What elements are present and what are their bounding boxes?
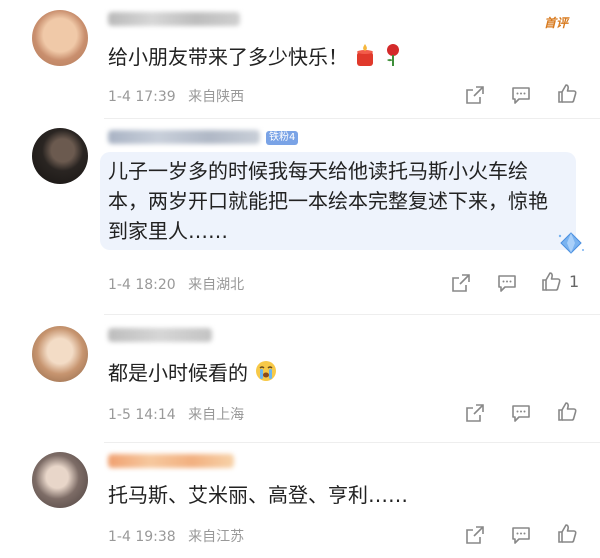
rose-emoji [383, 43, 403, 75]
diamond-icon [556, 230, 586, 260]
like-button[interactable] [540, 270, 562, 292]
comment-line-1: 儿子一岁多的时候我每天给他读托马斯小火车绘 [108, 159, 528, 183]
comment-1: 首评 给小朋友带来了多少快乐！ 1-4 17:39 来自陕西 [0, 0, 600, 120]
share-icon [452, 274, 470, 292]
candle-emoji [354, 43, 376, 75]
like-button[interactable] [556, 82, 578, 104]
avatar[interactable] [32, 128, 88, 184]
comment-date: 1-4 17:39 [108, 89, 176, 105]
comment-date: 1-4 19:38 [108, 529, 176, 545]
share-button[interactable] [464, 524, 486, 546]
username-blurred[interactable] [108, 454, 234, 468]
comment-text: 儿子一岁多的时候我每天给他读托马斯小火车绘 本，两岁开口就能把一本绘本完整复述下… [108, 156, 548, 246]
comment-meta: 1-4 19:38 来自江苏 [108, 526, 244, 546]
thumbs-up-icon [558, 524, 577, 543]
comment-3: 都是小时候看的 1-5 14:14 来自上海 [0, 314, 600, 434]
username-blurred[interactable] [108, 328, 212, 342]
comment-location: 来自陕西 [188, 89, 245, 105]
reply-button[interactable] [510, 84, 532, 106]
crying-emoji [254, 359, 278, 391]
comment-text: 给小朋友带来了多少快乐！ [108, 42, 403, 75]
username-blurred[interactable] [108, 130, 260, 144]
thumbs-up-icon [542, 272, 561, 291]
share-button[interactable] [464, 84, 486, 106]
comment-line-3: 到家里人…… [108, 219, 228, 243]
comment-meta: 1-5 14:14 来自上海 [108, 404, 244, 424]
share-icon [466, 86, 484, 104]
share-icon [466, 404, 484, 422]
thumbs-up-icon [558, 84, 577, 103]
comment-body: 都是小时候看的 [108, 361, 248, 385]
avatar[interactable] [32, 10, 88, 66]
reply-button[interactable] [496, 272, 518, 294]
comment-date: 1-4 18:20 [108, 277, 176, 293]
fan-badge: 铁粉4 [266, 131, 299, 145]
comment-meta: 1-4 18:20 来自湖北 [108, 274, 244, 294]
comment-icon [512, 87, 530, 104]
like-count: 1 [569, 272, 580, 291]
comment-location: 来自湖北 [188, 277, 245, 293]
comment-line-2: 本，两岁开口就能把一本绘本完整复述下来，惊艳 [108, 189, 548, 213]
comment-date: 1-5 14:14 [108, 407, 176, 423]
avatar[interactable] [32, 452, 88, 508]
comment-location: 来自江苏 [188, 529, 245, 545]
reply-button[interactable] [510, 402, 532, 424]
share-icon [466, 526, 484, 544]
comment-icon [512, 527, 530, 544]
comment-body: 给小朋友带来了多少快乐！ [108, 45, 348, 69]
comment-text: 都是小时候看的 [108, 358, 278, 391]
comment-body: 托马斯、艾米丽、高登、亨利…… [108, 483, 408, 507]
share-button[interactable] [464, 402, 486, 424]
comment-text: 托马斯、艾米丽、高登、亨利…… [108, 480, 408, 510]
share-button[interactable] [450, 272, 472, 294]
avatar[interactable] [32, 326, 88, 382]
comment-icon [512, 405, 530, 422]
thumbs-up-icon [558, 402, 577, 421]
comment-2: 铁粉4 儿子一岁多的时候我每天给他读托马斯小火车绘 本，两岁开口就能把一本绘本完… [0, 118, 600, 314]
username-blurred[interactable] [108, 12, 240, 26]
comment-meta: 1-4 17:39 来自陕西 [108, 86, 244, 106]
comment-icon [498, 275, 516, 292]
like-button[interactable] [556, 400, 578, 422]
comment-4: 托马斯、艾米丽、高登、亨利…… 1-4 19:38 来自江苏 [0, 442, 600, 558]
comment-location: 来自上海 [188, 407, 245, 423]
first-comment-badge: 首评 [544, 16, 569, 30]
like-button[interactable] [556, 522, 578, 544]
reply-button[interactable] [510, 524, 532, 546]
